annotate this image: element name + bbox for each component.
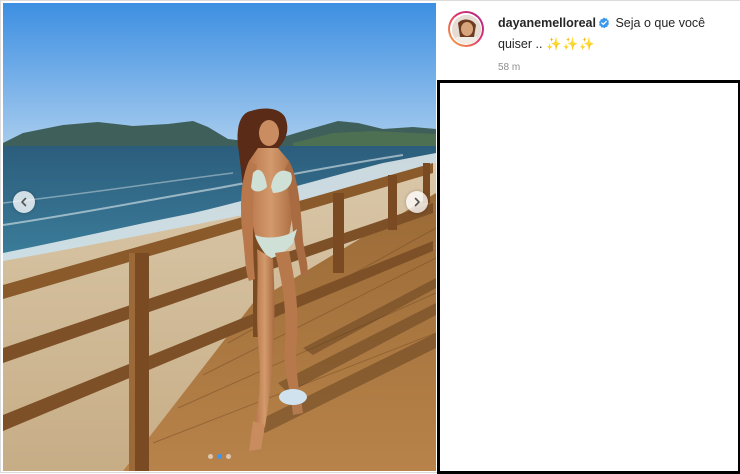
post-caption: dayanemelloreal Seja o que você quiser .… — [498, 14, 733, 54]
carousel-indicator — [3, 454, 436, 459]
chevron-right-icon — [414, 197, 420, 207]
post-timestamp[interactable]: 58 m — [498, 62, 520, 73]
post-photo — [3, 3, 436, 471]
comments-panel — [437, 80, 740, 474]
chevron-left-icon — [21, 197, 27, 207]
sparkles-emoji: ✨✨✨ — [545, 37, 596, 51]
verified-badge-icon — [598, 16, 610, 35]
carousel-dot — [226, 454, 231, 459]
post-caption-area: dayanemelloreal Seja o que você quiser .… — [437, 1, 740, 83]
next-slide-button[interactable] — [406, 191, 428, 213]
post-media-carousel[interactable] — [3, 3, 436, 471]
avatar-story-ring[interactable] — [448, 11, 484, 47]
carousel-dot-active — [217, 454, 222, 459]
previous-slide-button[interactable] — [13, 191, 35, 213]
carousel-dot — [208, 454, 213, 459]
instagram-post: dayanemelloreal Seja o que você quiser .… — [0, 0, 740, 474]
avatar — [451, 14, 481, 44]
username-link[interactable]: dayanemelloreal — [498, 16, 596, 30]
avatar-image — [451, 14, 481, 44]
